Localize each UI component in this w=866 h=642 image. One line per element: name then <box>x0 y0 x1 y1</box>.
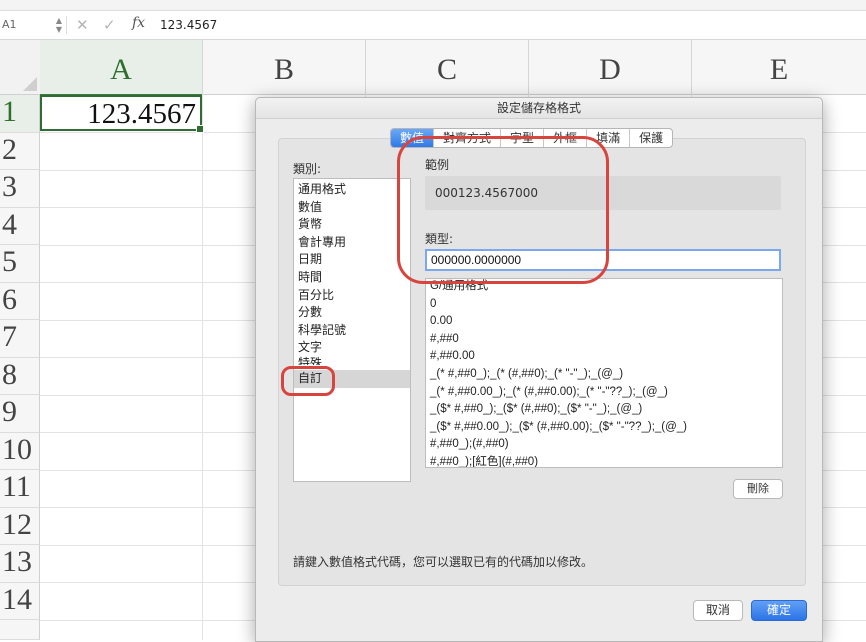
insert-function-icon[interactable]: fx <box>132 15 145 31</box>
name-box[interactable]: A1 ▲ ▼ <box>0 15 64 35</box>
category-date[interactable]: 日期 <box>294 251 410 269</box>
delete-button[interactable]: 刪除 <box>733 479 783 499</box>
accept-edit-icon[interactable]: ✓ <box>103 16 116 34</box>
column-header-b[interactable]: B <box>203 40 366 95</box>
category-percentage[interactable]: 百分比 <box>294 287 410 305</box>
formula-input[interactable]: 123.4567 <box>160 18 217 32</box>
select-all-corner[interactable] <box>0 40 41 95</box>
ok-button[interactable]: 確定 <box>751 600 807 621</box>
cell-a1[interactable]: 123.4567 <box>40 95 204 133</box>
row-header-14[interactable]: 14 <box>0 582 40 620</box>
sample-preview: 000123.4567000 <box>425 176 781 210</box>
format-item[interactable]: _(* #,##0_);_(* (#,##0);_(* "-"_);_(@_) <box>430 366 623 384</box>
category-time[interactable]: 時間 <box>294 269 410 287</box>
format-item[interactable]: 0.00 <box>430 313 452 331</box>
row-header-partial[interactable] <box>0 620 40 640</box>
format-item[interactable]: _(* #,##0.00_);_(* (#,##0.00);_(* "-"??_… <box>430 384 668 402</box>
column-header-e[interactable]: E <box>692 40 866 95</box>
cancel-button[interactable]: 取消 <box>693 600 743 621</box>
column-header-a[interactable]: A <box>40 40 203 96</box>
type-label: 類型: <box>425 232 454 246</box>
grid-line <box>202 94 203 640</box>
tab-alignment[interactable]: 對齊方式 <box>434 129 502 147</box>
row-header-10[interactable]: 10 <box>0 432 40 470</box>
category-label: 類別: <box>293 162 322 176</box>
column-header-d[interactable]: D <box>529 40 692 95</box>
category-list[interactable]: 通用格式 數值 貨幣 會計專用 日期 時間 百分比 分數 科學記號 文字 特殊 … <box>293 178 411 482</box>
format-code-list[interactable]: G/通用格式 0 0.00 #,##0 #,##0.00 _(* #,##0_)… <box>425 278 783 468</box>
tab-fill[interactable]: 填滿 <box>587 129 631 147</box>
format-item[interactable]: #,##0.00 <box>430 348 475 366</box>
hint-text: 請鍵入數值格式代碼，您可以選取已有的代碼加以修改。 <box>293 555 594 569</box>
category-scientific[interactable]: 科學記號 <box>294 322 410 340</box>
format-item[interactable]: #,##0_);[紅色](#,##0) <box>430 454 538 467</box>
format-item[interactable]: _($* #,##0.00_);_($* (#,##0.00);_($* "-"… <box>430 419 687 437</box>
ribbon-strip <box>0 0 866 11</box>
tab-number[interactable]: 數值 <box>391 129 435 147</box>
format-item[interactable]: G/通用格式 <box>430 279 488 296</box>
tab-protection[interactable]: 保護 <box>630 129 672 147</box>
category-accounting[interactable]: 會計專用 <box>294 234 410 252</box>
category-general[interactable]: 通用格式 <box>294 181 410 199</box>
category-currency[interactable]: 貨幣 <box>294 216 410 234</box>
tab-border[interactable]: 外框 <box>544 129 588 147</box>
tab-font[interactable]: 字型 <box>501 129 545 147</box>
row-header-1[interactable]: 1 <box>0 95 40 133</box>
format-code-input[interactable]: 000000.0000000 <box>425 249 781 271</box>
category-special[interactable]: 特殊 <box>294 355 410 365</box>
format-item[interactable]: #,##0 <box>430 331 459 349</box>
column-header-c[interactable]: C <box>366 40 529 95</box>
cancel-edit-icon[interactable]: ✕ <box>76 16 89 34</box>
row-header-4[interactable]: 4 <box>0 207 40 245</box>
category-number[interactable]: 數值 <box>294 199 410 217</box>
row-header-2[interactable]: 2 <box>0 132 40 170</box>
row-header-12[interactable]: 12 <box>0 507 40 545</box>
format-item[interactable]: 0 <box>430 296 436 314</box>
dialog-title: 設定儲存格格式 <box>256 98 822 119</box>
row-header-6[interactable]: 6 <box>0 282 40 320</box>
row-header-3[interactable]: 3 <box>0 170 40 208</box>
row-header-7[interactable]: 7 <box>0 320 40 358</box>
row-header-11[interactable]: 11 <box>0 470 40 508</box>
format-cells-dialog: 設定儲存格格式 數值 對齊方式 字型 外框 填滿 保護 類別: 通用格式 數值 … <box>255 97 823 642</box>
format-item[interactable]: #,##0_);(#,##0) <box>430 436 509 454</box>
row-header-13[interactable]: 13 <box>0 545 40 583</box>
format-item[interactable]: _($* #,##0_);_($* (#,##0);_($* "-"_);_(@… <box>430 401 642 419</box>
category-fraction[interactable]: 分數 <box>294 304 410 322</box>
row-header-5[interactable]: 5 <box>0 245 40 283</box>
formula-bar-divider <box>66 16 67 34</box>
formula-bar: A1 ▲ ▼ ✕ ✓ fx 123.4567 <box>0 11 866 40</box>
sample-label: 範例 <box>425 158 450 172</box>
name-box-stepper-icon[interactable]: ▲ ▼ <box>56 16 62 34</box>
row-header-8[interactable]: 8 <box>0 357 40 395</box>
name-box-value: A1 <box>2 18 17 31</box>
category-custom[interactable]: 自訂 <box>294 370 410 388</box>
tab-bar: 數值 對齊方式 字型 外框 填滿 保護 <box>390 128 674 148</box>
row-header-9[interactable]: 9 <box>0 395 40 433</box>
